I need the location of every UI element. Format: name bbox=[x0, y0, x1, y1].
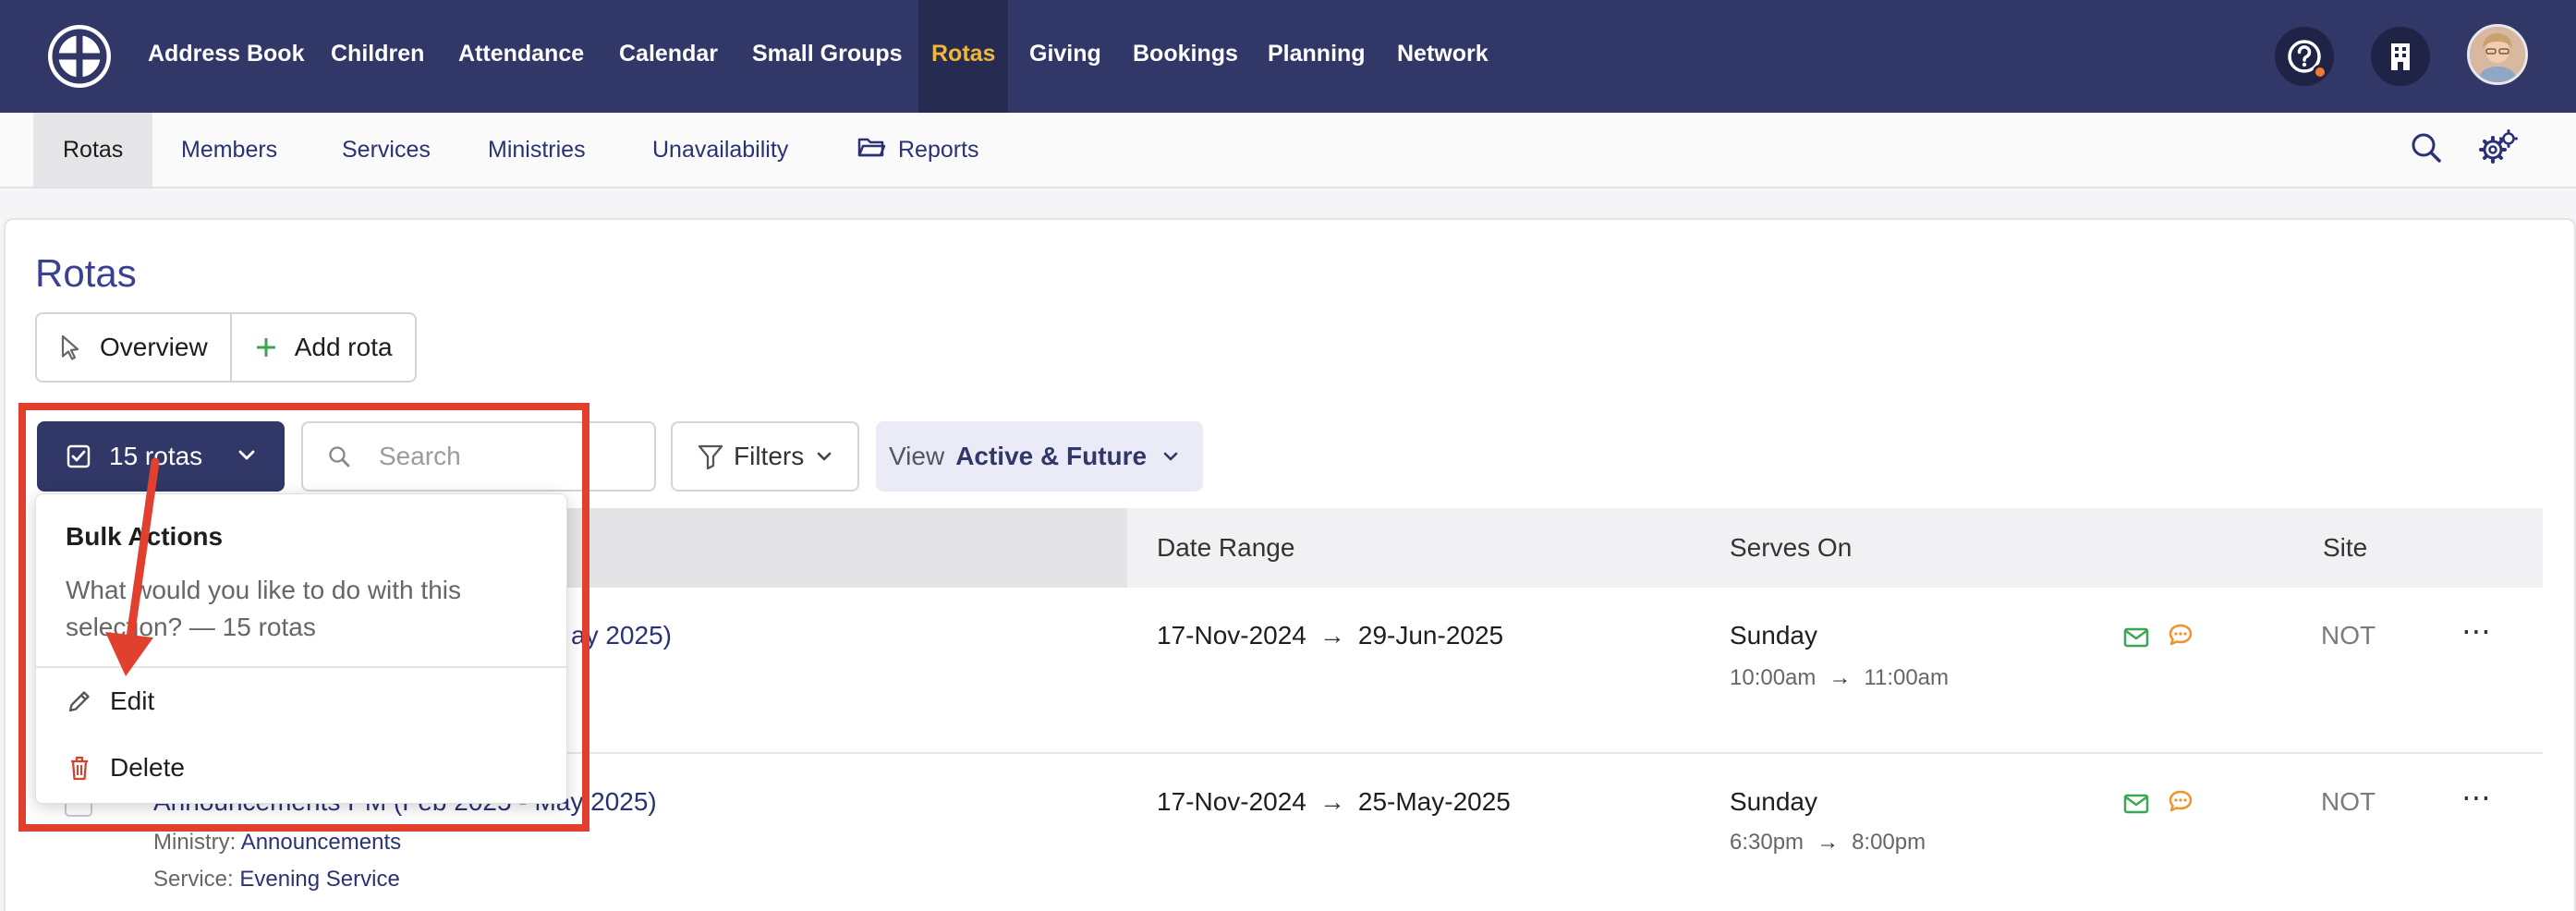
filter-icon bbox=[697, 443, 724, 470]
email-icon[interactable] bbox=[2123, 791, 2149, 820]
service-line: Service: Evening Service bbox=[153, 867, 400, 893]
subtab-reports-label: Reports bbox=[898, 137, 979, 163]
subtab-rotas[interactable]: Rotas bbox=[33, 113, 153, 187]
nav-children[interactable]: Children bbox=[331, 0, 424, 113]
chevron-down-icon bbox=[815, 447, 833, 466]
date-range: 17-Nov-2024 → 25-May-2025 bbox=[1157, 787, 1511, 817]
sms-icon[interactable] bbox=[2168, 789, 2193, 820]
pointer-icon bbox=[59, 334, 83, 361]
service-link[interactable]: Evening Service bbox=[239, 867, 399, 892]
nav-rotas[interactable]: Rotas bbox=[918, 0, 1009, 113]
more-options-icon[interactable]: ⋯ bbox=[2461, 613, 2491, 649]
view-value: Active & Future bbox=[955, 442, 1148, 470]
help-button[interactable] bbox=[2275, 27, 2334, 86]
filters-label: Filters bbox=[734, 442, 805, 470]
nav-network[interactable]: Network bbox=[1397, 0, 1488, 113]
page-title: Rotas bbox=[35, 251, 137, 295]
app-logo[interactable] bbox=[48, 25, 111, 88]
action-button-group: Overview Add rota bbox=[35, 312, 417, 383]
ministry-label: Ministry: bbox=[153, 830, 237, 855]
time-start: 10:00am bbox=[1730, 665, 1817, 690]
organisation-button[interactable] bbox=[2371, 27, 2430, 86]
serve-time: 10:00am → 11:00am bbox=[1730, 665, 1949, 691]
start-date: 17-Nov-2024 bbox=[1157, 787, 1306, 816]
overview-button[interactable]: Overview bbox=[37, 314, 230, 381]
add-rota-label: Add rota bbox=[294, 333, 393, 361]
nav-calendar[interactable]: Calendar bbox=[619, 0, 718, 113]
nav-giving[interactable]: Giving bbox=[1029, 0, 1101, 113]
date-range: 17-Nov-2024 → 29-Jun-2025 bbox=[1157, 621, 1503, 650]
end-date: 25-May-2025 bbox=[1357, 787, 1511, 816]
add-rota-button[interactable]: Add rota bbox=[229, 314, 415, 381]
serve-day: Sunday bbox=[1730, 621, 1817, 650]
folder-icon bbox=[857, 114, 886, 188]
email-icon[interactable] bbox=[2123, 625, 2149, 654]
nav-planning[interactable]: Planning bbox=[1268, 0, 1366, 113]
ministry-link[interactable]: Announcements bbox=[241, 830, 401, 855]
view-selector[interactable]: View Active & Future bbox=[876, 421, 1203, 492]
chevron-down-icon bbox=[1161, 447, 1180, 466]
time-end: 11:00am bbox=[1864, 665, 1950, 690]
filters-button[interactable]: Filters bbox=[671, 421, 859, 492]
arrow-right-icon: → bbox=[1318, 787, 1345, 816]
serve-time: 6:30pm → 8:00pm bbox=[1730, 830, 1926, 856]
nav-bookings[interactable]: Bookings bbox=[1133, 0, 1238, 113]
subtab-ministries[interactable]: Ministries bbox=[488, 113, 586, 187]
notification-dot bbox=[2313, 65, 2327, 79]
service-label: Service: bbox=[153, 867, 234, 892]
header-serves-on[interactable]: Serves On bbox=[1730, 508, 1852, 588]
plus-icon bbox=[254, 335, 278, 359]
annotation-highlight-box bbox=[18, 403, 589, 832]
settings-button[interactable] bbox=[2478, 128, 2519, 171]
subtab-reports[interactable]: Reports bbox=[857, 113, 979, 187]
nav-small-groups[interactable]: Small Groups bbox=[752, 0, 903, 113]
top-navigation: Address Book Children Attendance Calenda… bbox=[0, 0, 2576, 113]
nav-address-book[interactable]: Address Book bbox=[148, 0, 304, 113]
end-date: 29-Jun-2025 bbox=[1357, 621, 1504, 650]
gears-icon bbox=[2479, 128, 2518, 171]
user-avatar[interactable] bbox=[2467, 24, 2528, 85]
start-date: 17-Nov-2024 bbox=[1157, 621, 1306, 650]
view-label: View bbox=[889, 442, 945, 470]
building-icon bbox=[2387, 41, 2414, 72]
subtab-services[interactable]: Services bbox=[342, 113, 431, 187]
arrow-right-icon: → bbox=[1829, 665, 1852, 690]
nav-attendance[interactable]: Attendance bbox=[458, 0, 584, 113]
more-options-icon[interactable]: ⋯ bbox=[2461, 780, 2491, 815]
search-icon bbox=[2410, 131, 2443, 169]
sms-icon[interactable] bbox=[2168, 623, 2193, 653]
sub-navigation: Rotas Members Services Ministries Unavai… bbox=[0, 113, 2576, 188]
site-value: NOT bbox=[2321, 787, 2376, 816]
subtab-members[interactable]: Members bbox=[181, 113, 277, 187]
search-button[interactable] bbox=[2406, 129, 2447, 170]
header-date-range[interactable]: Date Range bbox=[1157, 508, 1294, 588]
serve-day: Sunday bbox=[1730, 787, 1817, 816]
time-start: 6:30pm bbox=[1730, 830, 1804, 855]
arrow-right-icon: → bbox=[1318, 621, 1345, 650]
ministry-line: Ministry: Announcements bbox=[153, 830, 401, 856]
site-value: NOT bbox=[2321, 621, 2376, 650]
header-site[interactable]: Site bbox=[2323, 508, 2367, 588]
overview-label: Overview bbox=[100, 333, 208, 361]
arrow-right-icon: → bbox=[1817, 830, 1840, 855]
time-end: 8:00pm bbox=[1852, 830, 1926, 855]
subtab-unavailability[interactable]: Unavailability bbox=[652, 113, 788, 187]
